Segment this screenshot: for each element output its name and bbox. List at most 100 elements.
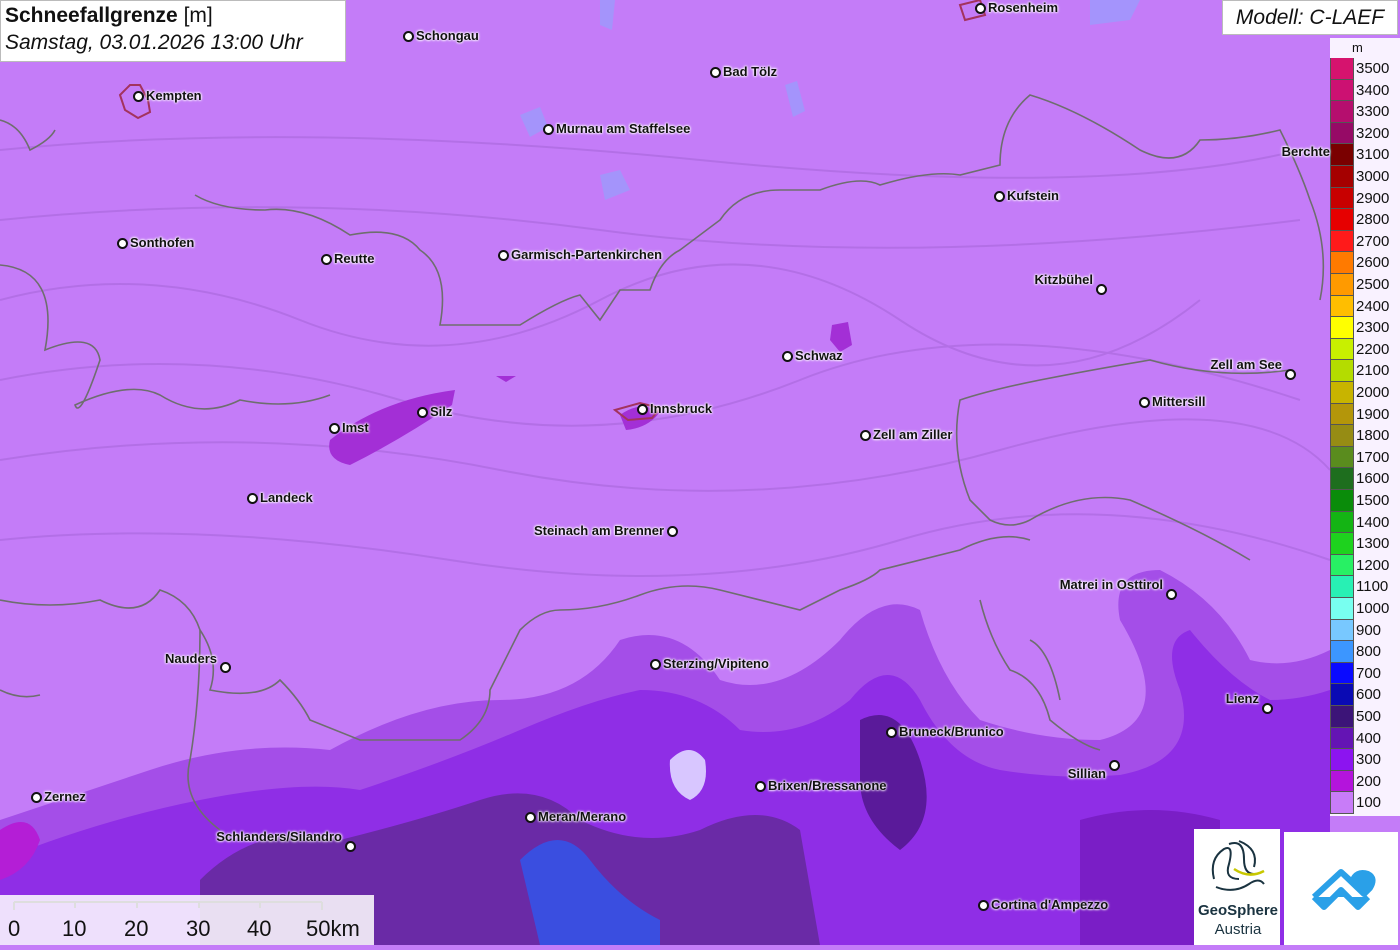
city-marker[interactable] xyxy=(978,900,989,911)
partner-logo[interactable] xyxy=(1284,832,1398,945)
legend-entry: 1700 xyxy=(1330,446,1400,469)
city-marker[interactable] xyxy=(345,841,356,852)
city-marker[interactable] xyxy=(860,430,871,441)
legend-label: 3500 xyxy=(1356,60,1390,77)
city-label: Kempten xyxy=(146,88,202,103)
city-marker[interactable] xyxy=(667,526,678,537)
city-marker[interactable] xyxy=(650,659,661,670)
city-label: Schlanders/Silandro xyxy=(216,829,342,844)
legend-swatch xyxy=(1330,554,1354,577)
city-marker[interactable] xyxy=(994,191,1005,202)
legend-swatch xyxy=(1330,684,1354,706)
legend-swatch xyxy=(1330,446,1354,469)
city-label: Murnau am Staffelsee xyxy=(556,121,691,136)
city-marker[interactable] xyxy=(117,238,128,249)
city-label: Garmisch-Partenkirchen xyxy=(511,247,663,262)
legend-swatch xyxy=(1330,511,1354,534)
legend-swatch xyxy=(1330,209,1354,231)
city-label: Zell am Ziller xyxy=(873,427,953,442)
scale-label-30: 30 xyxy=(186,916,211,941)
legend-entry: 1800 xyxy=(1330,425,1400,447)
legend-label: 2500 xyxy=(1356,276,1390,293)
legend-label: 1400 xyxy=(1356,513,1390,531)
city-marker[interactable] xyxy=(710,67,721,78)
legend-label: 900 xyxy=(1356,621,1382,639)
legend-entry: 1500 xyxy=(1330,490,1400,512)
legend-entry: 700 xyxy=(1330,662,1400,685)
city-label: Matrei in Osttirol xyxy=(1059,577,1163,592)
legend-label: 2200 xyxy=(1356,340,1390,358)
legend-entry: 3100 xyxy=(1330,144,1400,166)
city-label: Landeck xyxy=(260,490,313,505)
city-label: Cortina d'Ampezzo xyxy=(991,897,1109,912)
city-marker[interactable] xyxy=(1262,703,1273,714)
city-marker[interactable] xyxy=(321,254,332,265)
legend-entry: 1000 xyxy=(1330,598,1400,620)
city-label: Steinach am Brenner xyxy=(533,523,664,538)
city-marker[interactable] xyxy=(329,423,340,434)
city-marker[interactable] xyxy=(525,812,536,823)
legend-entry: 1600 xyxy=(1330,468,1400,490)
legend-label: 100 xyxy=(1356,794,1382,812)
city-marker[interactable] xyxy=(1096,284,1107,295)
legend-label: 1100 xyxy=(1356,578,1389,596)
legend-swatch xyxy=(1330,403,1354,426)
legend-swatch xyxy=(1330,79,1354,102)
scale-label-10: 10 xyxy=(62,916,87,941)
city-marker[interactable] xyxy=(755,781,766,792)
city-marker[interactable] xyxy=(133,91,144,102)
legend-entry: 1200 xyxy=(1330,554,1400,577)
geosphere-icon xyxy=(1211,840,1265,891)
map-canvas[interactable] xyxy=(0,0,1400,945)
legend-swatch xyxy=(1330,619,1354,642)
legend-swatch xyxy=(1330,576,1354,598)
legend-label: 2400 xyxy=(1356,297,1390,315)
city-label: Mittersill xyxy=(1152,394,1206,409)
city-marker[interactable] xyxy=(1139,397,1150,408)
city-marker[interactable] xyxy=(1109,760,1120,771)
legend-label: 1700 xyxy=(1356,448,1390,466)
city-marker[interactable] xyxy=(247,493,258,504)
scale-label-50km: 50km xyxy=(306,916,360,941)
city-marker[interactable] xyxy=(417,407,428,418)
legend-entry: 3300 xyxy=(1330,101,1400,123)
city-marker[interactable] xyxy=(637,404,648,415)
city-marker[interactable] xyxy=(886,727,897,738)
legend-entry: 1400 xyxy=(1330,511,1400,534)
city-marker[interactable] xyxy=(403,31,414,42)
legend-label: 2700 xyxy=(1356,232,1390,250)
color-legend: 3500 3400 3300 3200 3100 3000 2900 2800 2700 2600… xyxy=(1330,38,1400,816)
city-marker[interactable] xyxy=(498,250,509,261)
legend-unit: m xyxy=(1352,40,1363,55)
legend-swatch xyxy=(1330,533,1354,555)
logo-name: GeoSphere xyxy=(1197,902,1279,919)
legend-swatch xyxy=(1330,122,1354,145)
legend-entry: 2300 xyxy=(1330,317,1400,339)
legend-label: 1200 xyxy=(1356,556,1390,574)
legend-swatch xyxy=(1330,274,1354,296)
legend-label: 2100 xyxy=(1356,362,1390,380)
city-marker[interactable] xyxy=(1166,589,1177,600)
legend-swatch xyxy=(1330,252,1354,274)
legend-entry: 2800 xyxy=(1330,209,1400,231)
forecast-time: Samstag, 03.01.2026 13:00 Uhr xyxy=(5,31,303,54)
title-unit: [m] xyxy=(183,4,213,27)
legend-entry: 2600 xyxy=(1330,252,1400,274)
legend-entry: 2900 xyxy=(1330,187,1400,210)
city-marker[interactable] xyxy=(31,792,42,803)
legend-label: 3400 xyxy=(1356,81,1390,99)
legend-label: 1600 xyxy=(1356,470,1390,488)
legend-label: 500 xyxy=(1356,708,1382,725)
city-marker[interactable] xyxy=(220,662,231,673)
scale-label-20: 20 xyxy=(124,916,149,941)
city-marker[interactable] xyxy=(782,351,793,362)
legend-label: 200 xyxy=(1356,772,1382,790)
city-label: Sterzing/Vipiteno xyxy=(663,656,769,671)
city-marker[interactable] xyxy=(543,124,554,135)
logo-country: Austria xyxy=(1214,921,1262,938)
legend-entry: 1100 xyxy=(1330,576,1400,598)
scale-label-40: 40 xyxy=(247,916,272,941)
city-marker[interactable] xyxy=(1285,369,1296,380)
legend-entry: 400 xyxy=(1330,727,1400,750)
city-marker[interactable] xyxy=(975,3,986,14)
